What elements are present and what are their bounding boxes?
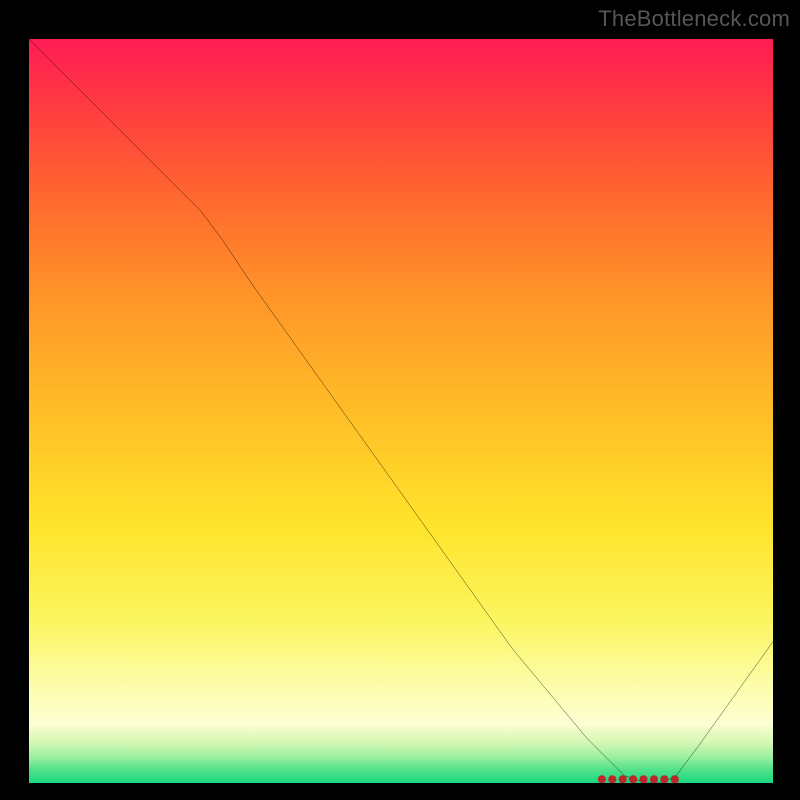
chart-frame xyxy=(25,35,777,787)
chart-svg xyxy=(29,39,773,783)
watermark-text: TheBottleneck.com xyxy=(598,6,790,32)
